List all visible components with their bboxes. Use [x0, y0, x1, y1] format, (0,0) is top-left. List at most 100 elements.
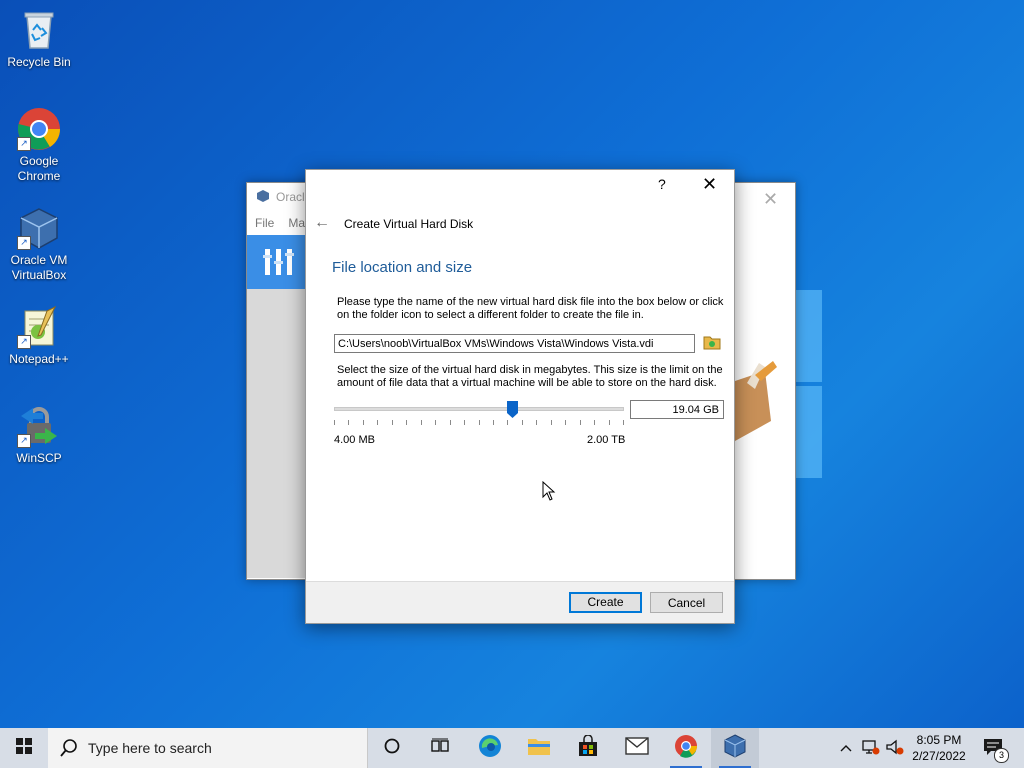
- taskbar-app-file-explorer[interactable]: [515, 728, 563, 768]
- cortana-button[interactable]: [368, 728, 416, 768]
- create-button[interactable]: Create: [569, 592, 642, 613]
- tools-item[interactable]: [247, 235, 307, 289]
- slider-track: [334, 407, 624, 411]
- taskbar-app-virtualbox[interactable]: [711, 728, 759, 768]
- slider-min-label: 4.00 MB: [334, 434, 375, 446]
- virtualbox-icon: [724, 733, 746, 763]
- slider-tick: [565, 420, 566, 425]
- slider-tick: [363, 420, 364, 425]
- tools-illustration: [735, 361, 785, 466]
- desktop-icon-virtualbox[interactable]: ↗ Oracle VM VirtualBox: [1, 206, 77, 283]
- edge-icon: [478, 734, 502, 763]
- show-hidden-icons-button[interactable]: [836, 728, 856, 768]
- folder-icon: [527, 736, 551, 761]
- slider-tick: [435, 420, 436, 425]
- section-heading: File location and size: [332, 259, 473, 276]
- windows-logo-icon: [16, 737, 32, 759]
- slider-tick: [493, 420, 494, 425]
- slider-tick: [406, 420, 407, 425]
- desktop-icon-notepadpp[interactable]: ↗ Notepad++: [1, 305, 77, 367]
- slider-tick: [551, 420, 552, 425]
- help-button[interactable]: ?: [658, 176, 666, 192]
- slider-tick: [594, 420, 595, 425]
- folder-icon[interactable]: [703, 334, 721, 355]
- slider-handle[interactable]: [507, 401, 518, 418]
- winscp-icon: ↗: [17, 404, 61, 448]
- taskbar: Type here to search 8:05 PM 2/27/2022 3: [0, 728, 1024, 768]
- slider-tick: [421, 420, 422, 425]
- taskbar-app-store[interactable]: [564, 728, 612, 768]
- mail-icon: [625, 736, 649, 760]
- taskbar-search-box[interactable]: Type here to search: [48, 728, 368, 768]
- slider-tick: [377, 420, 378, 425]
- dialog-footer: Create Cancel: [306, 581, 734, 623]
- volume-button[interactable]: [884, 728, 906, 768]
- clock-time: 8:05 PM: [916, 733, 962, 747]
- clock[interactable]: 8:05 PM 2/27/2022: [906, 728, 972, 768]
- task-view-icon: [431, 738, 449, 759]
- close-icon[interactable]: ✕: [702, 174, 717, 195]
- tools-icon: [263, 245, 295, 284]
- shortcut-arrow-icon: ↗: [17, 434, 31, 448]
- create-virtual-hard-disk-dialog[interactable]: ? ✕ ← Create Virtual Hard Disk File loca…: [305, 169, 735, 624]
- start-button[interactable]: [0, 728, 48, 768]
- clock-date: 2/27/2022: [912, 749, 966, 763]
- chrome-icon: [674, 734, 698, 763]
- slider-ticks: [334, 420, 624, 426]
- slider-tick: [623, 420, 624, 425]
- slider-max-label: 2.00 TB: [587, 434, 626, 446]
- slider-tick: [580, 420, 581, 425]
- mouse-cursor-icon: [542, 480, 556, 506]
- desktop-icon-winscp[interactable]: ↗ WinSCP: [1, 404, 77, 466]
- taskbar-app-edge[interactable]: [466, 728, 514, 768]
- slider-tick: [522, 420, 523, 425]
- desktop-icon-google-chrome[interactable]: ↗ Google Chrome: [1, 107, 77, 184]
- shortcut-arrow-icon: ↗: [17, 236, 31, 250]
- desktop-icon-label: Recycle Bin: [7, 55, 71, 69]
- notification-icon: 3: [983, 738, 1009, 763]
- size-description: Select the size of the virtual hard disk…: [337, 364, 723, 389]
- cortana-icon: [384, 738, 400, 759]
- taskbar-app-chrome[interactable]: [662, 728, 710, 768]
- file-path-input[interactable]: C:\Users\noob\VirtualBox VMs\Windows Vis…: [334, 334, 695, 353]
- network-button[interactable]: [860, 728, 882, 768]
- menu-item-file[interactable]: File: [255, 216, 274, 230]
- desktop-icon-label: WinSCP: [16, 451, 62, 465]
- desktop-icon-label: Google Chrome: [17, 154, 61, 183]
- chevron-up-icon: [840, 741, 852, 755]
- dialog-title: Create Virtual Hard Disk: [344, 217, 474, 231]
- slider-tick: [392, 420, 393, 425]
- notification-badge: 3: [994, 747, 1009, 763]
- virtualbox-icon: ↗: [17, 206, 61, 250]
- slider-tick: [334, 420, 335, 425]
- back-arrow-icon[interactable]: ←: [314, 214, 330, 232]
- store-icon: [577, 733, 599, 762]
- volume-muted-icon: [886, 739, 904, 758]
- notepadpp-icon: ↗: [17, 305, 61, 349]
- network-icon: [862, 739, 880, 758]
- location-description: Please type the name of the new virtual …: [337, 296, 724, 321]
- search-placeholder: Type here to search: [88, 740, 212, 756]
- slider-tick: [450, 420, 451, 425]
- cancel-button[interactable]: Cancel: [650, 592, 723, 613]
- desktop-icon-label: Oracle VM VirtualBox: [10, 253, 68, 282]
- slider-tick: [464, 420, 465, 425]
- desktop-icon-recycle-bin[interactable]: Recycle Bin: [1, 8, 77, 70]
- search-icon: [60, 739, 78, 762]
- shortcut-arrow-icon: ↗: [17, 335, 31, 349]
- notification-center-button[interactable]: 3: [978, 728, 1009, 768]
- wallpaper-logo-pane: [794, 290, 822, 382]
- chrome-icon: ↗: [17, 107, 61, 151]
- virtualbox-icon: [256, 189, 270, 206]
- taskbar-app-mail[interactable]: [613, 728, 661, 768]
- desktop-icon-label: Notepad++: [9, 352, 69, 366]
- task-view-button[interactable]: [416, 728, 464, 768]
- wallpaper-logo-pane: [794, 386, 822, 478]
- slider-tick: [536, 420, 537, 425]
- size-slider[interactable]: [334, 401, 624, 431]
- slider-tick: [507, 420, 508, 425]
- close-icon[interactable]: ✕: [763, 189, 778, 210]
- slider-tick: [479, 420, 480, 425]
- size-input[interactable]: 19.04 GB: [630, 400, 724, 419]
- menu-item-machine[interactable]: Ma: [288, 216, 305, 230]
